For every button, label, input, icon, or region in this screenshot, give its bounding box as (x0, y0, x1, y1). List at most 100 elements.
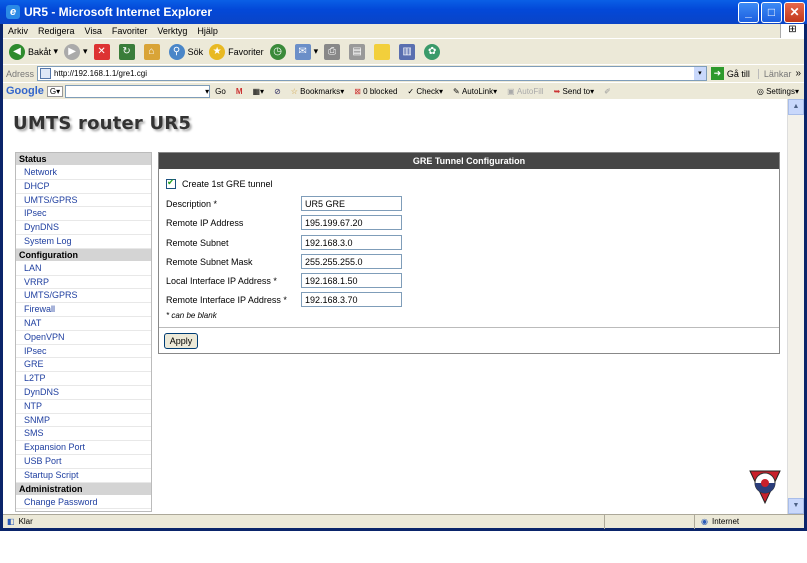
scroll-up-icon[interactable]: ▲ (788, 99, 804, 115)
remote-subnet-mask-input[interactable] (301, 254, 402, 269)
windows-logo-icon: ⊞ (780, 24, 804, 38)
menu-visa[interactable]: Visa (80, 26, 107, 36)
print-button[interactable]: ⎙ (324, 43, 343, 60)
address-input[interactable]: http://192.168.1.1/gre1.cgi ▾ (37, 66, 707, 81)
close-button[interactable]: ✕ (784, 1, 805, 23)
sidebar-item-dyndns[interactable]: DynDNS (16, 386, 151, 400)
news-icon[interactable]: ▦▾ (252, 87, 264, 96)
google-g-icon[interactable]: G▾ (46, 85, 64, 97)
menu-bar: Arkiv Redigera Visa Favoriter Verktyg Hj… (3, 24, 804, 38)
sidebar-item-ntp[interactable]: NTP (16, 400, 151, 414)
gmail-icon[interactable]: M (236, 87, 243, 96)
sidebar-item-change-password[interactable]: Change Password (16, 496, 151, 510)
browser-window: e UR5 - Microsoft Internet Explorer _ □ … (0, 0, 807, 531)
go-button[interactable]: ➜ Gå till (710, 67, 750, 80)
scroll-down-icon[interactable]: ▼ (788, 498, 804, 514)
maximize-button[interactable]: □ (761, 1, 782, 23)
sidebar-item-vrrp[interactable]: VRRP (16, 276, 151, 290)
status-bar: ◧ Klar ◉ Internet (3, 514, 804, 529)
autofill-button[interactable]: ▣ AutoFill (507, 87, 543, 96)
field-row: Remote Subnet (166, 235, 402, 250)
sidebar-section-administration: Administration (16, 482, 151, 496)
sidebar-item-snmp[interactable]: SNMP (16, 414, 151, 428)
links-more-icon[interactable]: » (795, 68, 801, 79)
zone-indicator: ◉ Internet (694, 514, 804, 529)
remote-interface-ip-input[interactable] (301, 292, 402, 307)
sidebar-item-network[interactable]: Network (16, 166, 151, 180)
spellcheck-button[interactable]: ✓ Check ▾ (407, 87, 443, 96)
create-tunnel-checkbox[interactable] (166, 177, 176, 189)
send-to-button[interactable]: ➥ Send to ▾ (554, 87, 595, 96)
minimize-button[interactable]: _ (738, 1, 759, 23)
address-dropdown-icon[interactable]: ▾ (693, 67, 706, 80)
gre-config-panel: GRE Tunnel Configuration Create 1st GRE … (158, 152, 780, 354)
history-icon: ◷ (269, 43, 286, 60)
discuss-button[interactable] (374, 43, 393, 60)
remote-subnet-input[interactable] (301, 235, 402, 250)
menu-hjalp[interactable]: Hjälp (192, 26, 223, 36)
home-button[interactable]: ⌂ (143, 43, 163, 60)
sidebar-item-system-log[interactable]: System Log (16, 235, 151, 249)
sidebar-section-configuration: Configuration (16, 248, 151, 262)
bookmarks-button[interactable]: ☆ Bookmarks ▾ (291, 87, 344, 96)
history-button[interactable]: ◷ (269, 43, 289, 60)
google-search-dropdown-icon[interactable]: ▾ (205, 87, 209, 96)
sidebar-item-ipsec-status[interactable]: IPsec (16, 207, 151, 222)
menu-favoriter[interactable]: Favoriter (107, 26, 153, 36)
local-interface-ip-input[interactable] (301, 273, 402, 288)
mail-button[interactable]: ✉ ▾ (294, 43, 318, 60)
google-search-input[interactable]: ▾ (65, 84, 211, 98)
sidebar-item-dhcp[interactable]: DHCP (16, 180, 151, 194)
google-go-button[interactable]: Go (215, 87, 226, 96)
stop-button[interactable]: ✕ (93, 43, 113, 60)
sidebar-item-nat[interactable]: NAT (16, 317, 151, 331)
edit-button[interactable]: ▤ (349, 43, 368, 60)
sidebar-item-ipsec[interactable]: IPsec (16, 345, 151, 359)
router-brand-title: UMTS router UR5 (13, 113, 192, 134)
refresh-button[interactable]: ↻ (118, 43, 138, 60)
spellcheck-icon: ✓ (407, 86, 417, 96)
sidebar-item-expansion-port[interactable]: Expansion Port (16, 441, 151, 455)
go-arrow-icon: ➜ (710, 67, 724, 80)
sidebar-item-umts-gprs-status[interactable]: UMTS/GPRS (16, 194, 151, 208)
menu-verktyg[interactable]: Verktyg (152, 26, 192, 36)
sidebar-item-firewall[interactable]: Firewall (16, 303, 151, 317)
research-button[interactable]: ▥ (399, 43, 418, 60)
sidebar-item-gre[interactable]: GRE (16, 358, 151, 373)
vertical-scrollbar[interactable]: ▲ ▼ (787, 99, 804, 514)
sidebar-item-l2tp[interactable]: L2TP (16, 372, 151, 386)
sidebar-item-sms[interactable]: SMS (16, 427, 151, 442)
autolink-button[interactable]: ✎ AutoLink ▾ (453, 87, 497, 96)
address-label: Adress (6, 68, 35, 79)
pen-icon[interactable]: ✐ (604, 87, 611, 96)
research-icon: ▥ (399, 43, 416, 60)
stop-icon: ✕ (93, 43, 110, 60)
menu-arkiv[interactable]: Arkiv (3, 26, 33, 36)
favorites-button[interactable]: ★ Favoriter (209, 43, 264, 60)
settings-button[interactable]: ◎ Settings ▾ (757, 87, 799, 96)
popup-blocker[interactable]: ⊠ 0 blocked (354, 87, 397, 96)
apply-button[interactable]: Apply (164, 333, 198, 349)
sidebar-item-usb-port[interactable]: USB Port (16, 455, 151, 469)
autolink-icon: ✎ (453, 86, 462, 96)
links-label[interactable]: Länkar (757, 68, 791, 79)
back-button[interactable]: ◀ Bakåt ▾ (9, 43, 58, 60)
toolbar: ◀ Bakåt ▾ ▶ ▾ ✕ ↻ ⌂ ⚲ Sök ★ Favoriter ◷ ✉ ▾ ⎙… (3, 38, 804, 64)
sidebar: Status Network DHCP UMTS/GPRS IPsec DynD… (15, 152, 152, 512)
title-bar: e UR5 - Microsoft Internet Explorer _ □ … (0, 0, 807, 24)
edit-icon: ▤ (349, 43, 366, 60)
forward-button[interactable]: ▶ ▾ (64, 43, 88, 60)
messenger-button[interactable]: ✿ (424, 43, 443, 60)
sidebar-item-openvpn[interactable]: OpenVPN (16, 331, 151, 345)
sidebar-item-dyndns-status[interactable]: DynDNS (16, 221, 151, 235)
menu-redigera[interactable]: Redigera (33, 26, 80, 36)
description-input[interactable] (301, 196, 402, 211)
sidebar-item-startup-script[interactable]: Startup Script (16, 469, 151, 483)
home-icon: ⌂ (143, 43, 160, 60)
page-icon (40, 68, 52, 79)
sidebar-item-umts-gprs[interactable]: UMTS/GPRS (16, 289, 151, 304)
sidebar-item-lan[interactable]: LAN (16, 262, 151, 276)
safe-browsing-icon[interactable]: ⊘ (274, 87, 281, 96)
remote-ip-input[interactable] (301, 215, 402, 230)
search-button[interactable]: ⚲ Sök (168, 43, 203, 60)
